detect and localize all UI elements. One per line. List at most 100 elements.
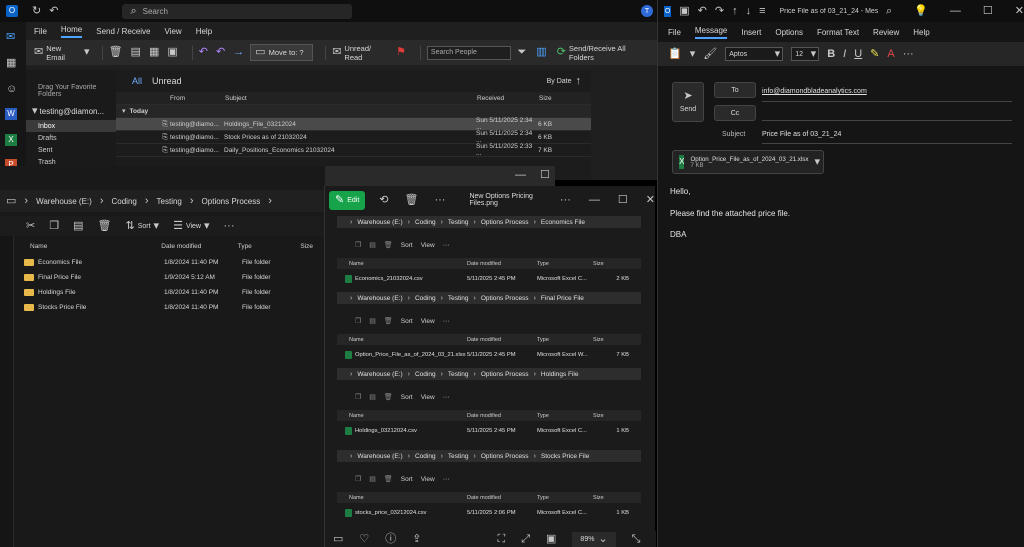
calendar-add-icon[interactable]: ▦ [149,47,159,58]
forward-icon[interactable]: → [233,47,244,58]
share-icon[interactable]: ⇪ [412,533,421,545]
menu-view[interactable]: View [165,27,182,36]
col-size[interactable]: Size [539,95,569,102]
to-button[interactable]: To [714,82,756,98]
menu-format-text[interactable]: Format Text [817,28,859,37]
paste-icon[interactable]: ▤ [73,220,83,232]
account-header[interactable]: ▾ testing@diamon... [26,98,116,120]
maximize-icon[interactable]: ☐ [983,5,993,17]
explorer-row[interactable]: Holdings File 1/8/2024 11:40 PM File folde… [24,285,320,300]
lightbulb-icon[interactable]: 💡 [914,5,928,17]
filter-icon[interactable]: ⏷ [517,47,526,58]
fullscreen-icon[interactable]: ⤡ [632,533,641,545]
minimize-icon[interactable]: — [515,170,526,181]
info-icon[interactable]: ⓘ [385,533,396,545]
report-icon[interactable]: ▣ [167,47,177,58]
mail-icon[interactable]: ✉ [6,32,15,43]
reply-all-icon[interactable]: ↶ [216,47,225,58]
move-to-button[interactable]: ▭ Move to: ? [250,44,314,61]
menu-help[interactable]: Help [913,28,929,37]
attachment-card[interactable]: X Option_Price_File_as_of_2024_03_21.xls… [672,150,824,174]
font-size-select[interactable]: 12 ▾ [791,47,820,61]
tab-all[interactable]: All [132,76,142,86]
delete-icon[interactable]: 🗑 [98,220,112,232]
more-icon[interactable]: ··· [434,194,445,206]
body-line[interactable]: Please find the attached price file. [670,209,790,218]
menu-options[interactable]: Options [775,28,803,37]
down-icon[interactable]: ↓ [746,5,752,17]
view-button[interactable]: ☰ View ▾ [173,220,209,232]
font-select[interactable]: Aptos ▾ [725,47,784,61]
zoom-level[interactable]: 89% ⌄ [572,531,616,547]
minimize-icon[interactable]: — [589,194,600,206]
crumb-options-process[interactable]: Options Process [202,197,261,206]
copy-icon[interactable]: ❐ [49,220,59,232]
more-icon[interactable]: ··· [560,194,571,206]
menu-file[interactable]: File [34,27,47,36]
minimize-icon[interactable]: — [950,5,961,17]
delete-icon[interactable]: 🗑 [109,47,123,58]
maximize-icon[interactable]: ☐ [540,170,550,181]
undo-icon[interactable]: ↶ [49,5,58,17]
word-icon[interactable]: W [5,108,17,120]
people-icon[interactable]: ☺ [6,84,17,95]
menu-insert[interactable]: Insert [741,28,761,37]
menu-file[interactable]: File [668,28,681,37]
crumb-coding[interactable]: Coding [111,197,136,206]
menu-help[interactable]: Help [196,27,212,36]
rotate-icon[interactable]: ⟲ [379,194,388,206]
folder-sent[interactable]: Sent [26,144,116,156]
calendar-icon[interactable]: ▦ [6,58,16,69]
send-button[interactable]: ➤ Send [672,82,704,122]
subject-field[interactable]: Price File as of 03_21_24 [762,131,1012,144]
sync-icon[interactable]: ↻ [32,5,41,17]
redo-icon[interactable]: ↷ [715,5,724,17]
explorer-row[interactable]: Stocks Price File 1/8/2024 11:40 PM File f… [24,300,320,315]
chevron-down-icon[interactable]: ▾ [690,48,696,60]
close-icon[interactable]: ✕ [646,194,655,206]
up-icon[interactable]: ↑ [732,5,738,17]
body-greeting[interactable]: Hello, [670,187,690,196]
menu-send-receive[interactable]: Send / Receive [96,27,150,36]
film-strip-icon[interactable]: ▭ [333,533,343,545]
highlight-icon[interactable]: ✎ [870,48,879,60]
message-row[interactable]: ⎘ testing@diamo... Daily_Positions_Economi… [116,143,591,157]
menu-message[interactable]: Message [694,26,728,39]
menu-home[interactable]: Home [60,25,83,38]
folder-inbox[interactable]: Inbox [26,120,116,132]
sort-button[interactable]: ⇅ Sort ▾ [125,220,159,232]
menu-review[interactable]: Review [873,28,899,37]
undo-icon[interactable]: ↶ [698,5,707,17]
sort-direction-icon[interactable]: ↑ [576,75,582,87]
avatar[interactable]: T [641,5,653,17]
search-box[interactable]: ⌕ Search [122,3,353,19]
unread-read-button[interactable]: ✉ Unread/ Read [332,44,390,62]
folder-drafts[interactable]: Drafts [26,132,116,144]
flag-icon[interactable]: ⚑ [396,47,406,58]
explorer-row[interactable]: Final Price File 1/9/2024 5:12 AM File fol… [24,270,320,285]
archive-icon[interactable]: ▤ [131,47,141,58]
delete-icon[interactable]: 🗑 [405,194,419,206]
crumb-drive[interactable]: Warehouse (E:) [36,197,92,206]
tab-unread[interactable]: Unread [152,76,182,86]
excel-icon[interactable]: X [5,134,17,146]
col-size[interactable]: Size [300,243,320,250]
col-type[interactable]: Type [238,243,301,250]
more-icon[interactable]: ··· [224,220,235,232]
search-icon[interactable]: ⌕ [886,5,892,17]
close-icon[interactable]: ✕ [1015,5,1024,17]
crumb-testing[interactable]: Testing [157,197,182,206]
to-field[interactable]: info@diamondbladeanalytics.com [762,88,1012,102]
col-received[interactable]: Received [477,95,539,102]
font-color-icon[interactable]: A [887,48,894,60]
reply-icon[interactable]: ↶ [199,47,208,58]
explorer-row[interactable]: Economics File 1/8/2024 11:40 PM File fold… [24,255,320,270]
sort-by-date[interactable]: By Date [547,78,572,85]
bold-icon[interactable]: B [827,48,835,60]
underline-icon[interactable]: U [854,48,862,60]
col-date-modified[interactable]: Date modified [161,243,237,250]
save-icon[interactable]: ▣ [679,5,689,17]
search-people-input[interactable]: Search People [426,45,512,60]
cut-icon[interactable]: ✂ [26,220,35,232]
italic-icon[interactable]: I [843,48,846,60]
